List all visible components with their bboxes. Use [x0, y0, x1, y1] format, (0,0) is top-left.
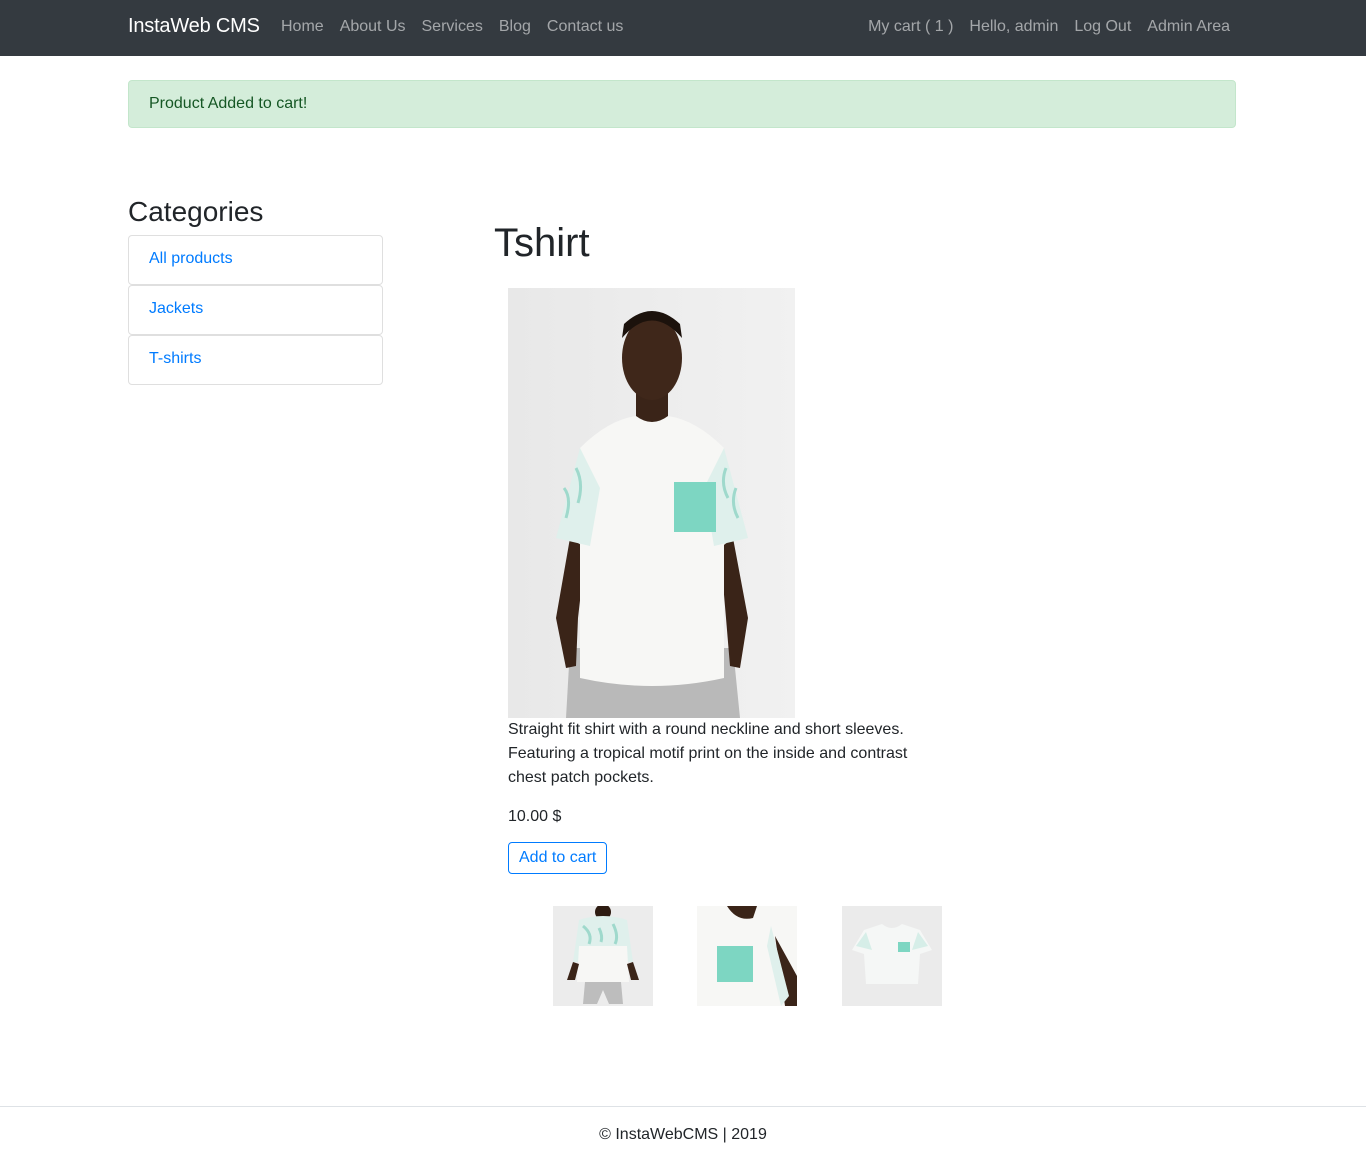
nav-admin-area[interactable]: Admin Area [1147, 18, 1230, 36]
nav-about-us[interactable]: About Us [340, 18, 406, 36]
footer-copyright: © InstaWebCMS | 2019 [599, 1126, 767, 1143]
product-price: 10.00 $ [508, 808, 562, 825]
category-all-products[interactable]: All products [128, 235, 383, 285]
nav-blog[interactable]: Blog [499, 18, 531, 36]
product-main-image [508, 288, 795, 718]
product-description: Straight fit shirt with a round neckline… [508, 721, 908, 786]
alert-message: Product Added to cart! [149, 95, 308, 112]
category-jackets[interactable]: Jackets [128, 285, 383, 335]
nav-my-cart[interactable]: My cart ( 1 ) [868, 18, 953, 36]
brand-logo[interactable]: InstaWeb CMS [128, 15, 260, 38]
product-title: Tshirt [494, 221, 590, 265]
footer-divider [0, 1106, 1366, 1107]
product-thumbnail-detail[interactable] [697, 906, 797, 1006]
product-thumbnail-back[interactable] [553, 906, 653, 1006]
add-to-cart-button[interactable]: Add to cart [508, 842, 608, 874]
primary-nav: Home About Us Services Blog Contact us [281, 18, 639, 36]
category-t-shirts[interactable]: T-shirts [128, 335, 383, 385]
nav-logout[interactable]: Log Out [1074, 18, 1131, 36]
nav-home[interactable]: Home [281, 18, 324, 36]
nav-contact-us[interactable]: Contact us [547, 18, 623, 36]
top-navbar: InstaWeb CMS Home About Us Services Blog… [0, 0, 1366, 56]
success-alert: Product Added to cart! [128, 80, 1236, 128]
nav-greeting[interactable]: Hello, admin [969, 18, 1058, 36]
user-nav: My cart ( 1 ) Hello, admin Log Out Admin… [852, 18, 1230, 36]
categories-heading: Categories [128, 196, 264, 227]
product-thumbnail-flat[interactable] [842, 906, 942, 1006]
category-list: All products Jackets T-shirts [128, 235, 383, 385]
nav-services[interactable]: Services [422, 18, 483, 36]
